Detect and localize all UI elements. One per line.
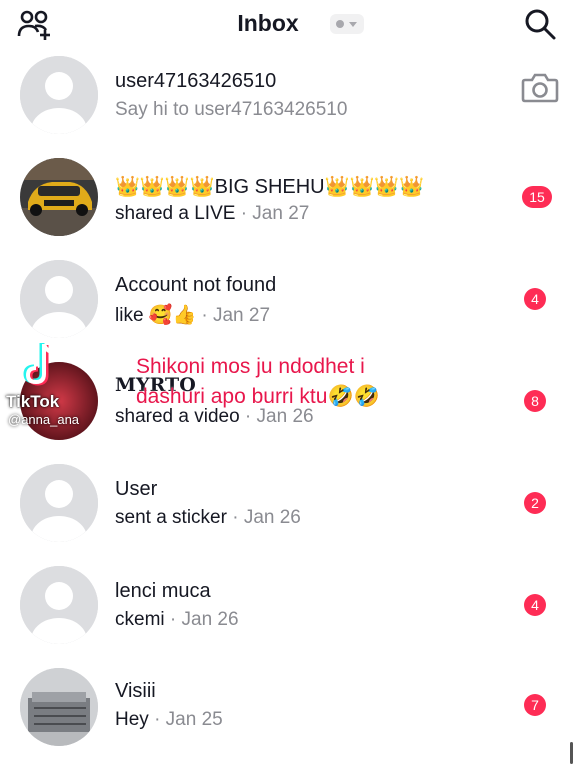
- conversation-row[interactable]: user47163426510 Say hi to user4716342651…: [0, 56, 576, 156]
- status-dropdown[interactable]: [330, 14, 364, 34]
- status-dot-icon: [336, 20, 344, 28]
- conversation-row[interactable]: 👑👑👑👑BIG SHEHU👑👑👑👑 shared a LIVE · Jan 27…: [0, 158, 576, 258]
- caption-line: dashuri apo burri ktu🤣🤣: [136, 385, 380, 408]
- conversation-preview: shared a LIVE · Jan 27: [115, 203, 310, 224]
- inbox-header: Inbox: [0, 0, 576, 50]
- avatar: [20, 566, 98, 644]
- avatar: [20, 260, 98, 338]
- camera-icon[interactable]: [520, 70, 560, 104]
- unread-badge: 4: [524, 288, 546, 310]
- conversation-name: lenci muca: [115, 580, 211, 602]
- avatar: [20, 464, 98, 542]
- avatar: [20, 56, 98, 134]
- conversation-row[interactable]: lenci muca ckemi · Jan 26 4: [0, 566, 576, 666]
- watermark-brand: TikTok: [6, 392, 60, 411]
- conversation-name: User: [115, 478, 158, 500]
- avatar: [20, 158, 98, 236]
- conversation-preview: Say hi to user47163426510: [115, 99, 348, 120]
- unread-badge: 15: [522, 186, 552, 208]
- conversation-preview: ckemi · Jan 26: [115, 609, 239, 630]
- conversation-name: Visiii: [115, 680, 156, 702]
- scrollbar[interactable]: [570, 742, 573, 764]
- conversation-preview: Hey · Jan 25: [115, 709, 223, 730]
- conversation-name: 👑👑👑👑BIG SHEHU👑👑👑👑: [115, 176, 425, 198]
- unread-badge: 7: [524, 694, 546, 716]
- unread-badge: 8: [524, 390, 546, 412]
- conversation-row[interactable]: User sent a sticker · Jan 26 2: [0, 464, 576, 564]
- conversation-preview: like 🥰👍 · Jan 27: [115, 305, 271, 326]
- conversation-name: Account not found: [115, 274, 277, 296]
- conversation-preview: sent a sticker · Jan 26: [115, 507, 301, 528]
- search-icon[interactable]: [522, 6, 558, 42]
- caption-line: Shikoni mos ju ndodhet i: [136, 355, 365, 378]
- watermark-handle: @anna_ana: [8, 412, 80, 427]
- unread-badge: 4: [524, 594, 546, 616]
- avatar: [20, 668, 98, 746]
- conversation-row[interactable]: Visiii Hey · Jan 25 7: [0, 668, 576, 768]
- chevron-down-icon: [349, 22, 357, 27]
- video-caption-overlay: Shikoni mos ju ndodhet i dashuri apo bur…: [136, 352, 466, 412]
- unread-badge: 2: [524, 492, 546, 514]
- conversation-name: user47163426510: [115, 70, 277, 92]
- page-title: Inbox: [237, 10, 299, 36]
